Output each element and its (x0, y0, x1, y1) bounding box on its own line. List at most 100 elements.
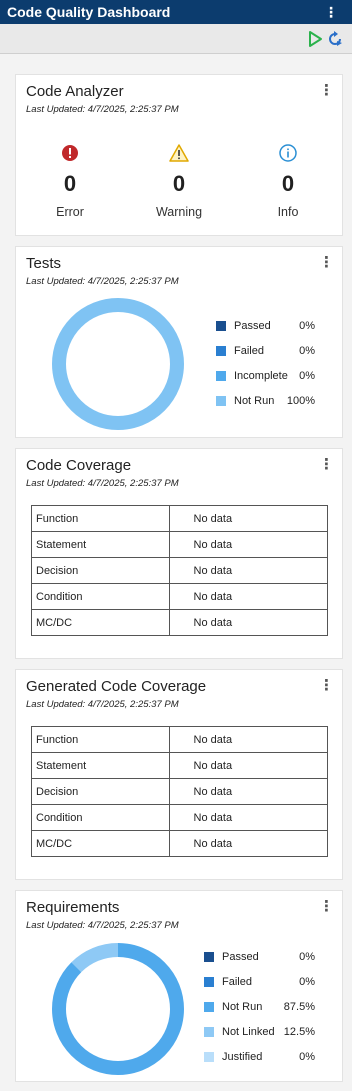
metric-value: No data (168, 726, 329, 753)
requirements-segment-0[interactable] (52, 943, 184, 1075)
legend-item[interactable]: Failed 0% (204, 975, 315, 989)
metric-name: Function (31, 505, 170, 532)
table-row: MC/DC No data (31, 830, 329, 857)
title-bar: Code Quality Dashboard ⋮ (0, 0, 352, 24)
legend-swatch (204, 1002, 214, 1012)
table-row: Condition No data (31, 804, 329, 831)
table-row: Function No data (31, 505, 329, 532)
code-analyzer-card: Code Analyzer Last Updated: 4/7/2025, 2:… (15, 74, 343, 236)
kebab-icon[interactable]: ⋮ (324, 0, 338, 24)
legend-label: Justified (222, 1051, 263, 1063)
card-menu-icon[interactable]: ⋮ (319, 897, 334, 915)
legend-item[interactable]: Justified 0% (204, 1050, 315, 1064)
legend-value: 100% (286, 395, 315, 407)
legend-item[interactable]: Not Run 100% (216, 394, 315, 408)
coverage-table: Function No data Statement No data Decisio… (31, 505, 329, 636)
requirements-donut-chart (52, 943, 184, 1075)
card-title: Generated Code Coverage (26, 678, 207, 695)
last-updated: Last Updated: 4/7/2025, 2:25:37 PM (26, 276, 179, 287)
warning-label: Warning (155, 205, 203, 219)
error-count: 0 (63, 171, 77, 196)
toolbar (0, 24, 352, 54)
legend-label: Passed (234, 320, 271, 332)
legend-label: Failed (222, 976, 252, 988)
card-menu-icon[interactable]: ⋮ (319, 253, 334, 271)
info-count: 0 (281, 171, 295, 196)
legend-value: 0% (299, 951, 315, 963)
info-icon (279, 144, 297, 162)
legend-item[interactable]: Passed 0% (216, 319, 315, 333)
legend-item[interactable]: Failed 0% (216, 344, 315, 358)
last-updated: Last Updated: 4/7/2025, 2:25:37 PM (26, 699, 179, 710)
card-menu-icon[interactable]: ⋮ (319, 455, 334, 473)
card-title: Requirements (26, 899, 120, 916)
legend-swatch (216, 321, 226, 331)
card-title: Code Analyzer (26, 83, 124, 100)
metric-value: No data (168, 804, 329, 831)
legend-label: Not Run (234, 395, 275, 407)
card-menu-icon[interactable]: ⋮ (319, 676, 334, 694)
warning-summary[interactable]: 0 Warning (134, 143, 224, 219)
table-row: Decision No data (31, 557, 329, 584)
card-menu-icon[interactable]: ⋮ (319, 81, 334, 99)
run-icon[interactable] (306, 30, 324, 48)
legend-value: 0% (299, 370, 315, 382)
metric-value: No data (168, 583, 329, 610)
error-icon (62, 145, 78, 161)
coverage-table: Function No data Statement No data Decisio… (31, 726, 329, 857)
info-label: Info (277, 205, 299, 219)
table-row: Function No data (31, 726, 329, 753)
error-summary[interactable]: 0 Error (25, 143, 115, 219)
metric-name: Condition (31, 804, 170, 831)
metric-name: Decision (31, 778, 170, 805)
metric-value: No data (168, 557, 329, 584)
legend-item[interactable]: Not Linked 12.5% (204, 1025, 315, 1039)
tests-card: Tests Last Updated: 4/7/2025, 2:25:37 PM… (15, 246, 343, 438)
legend-item[interactable]: Not Run 87.5% (204, 1000, 315, 1014)
generated-code-coverage-card: Generated Code Coverage Last Updated: 4/… (15, 669, 343, 880)
legend-value: 87.5% (283, 1001, 315, 1013)
legend-value: 0% (299, 1051, 315, 1063)
warning-icon (169, 144, 189, 162)
table-row: MC/DC No data (31, 609, 329, 636)
legend-swatch (216, 396, 226, 406)
refresh-icon[interactable] (326, 30, 344, 48)
legend-swatch (216, 346, 226, 356)
metric-name: Condition (31, 583, 170, 610)
legend-label: Incomplete (234, 370, 288, 382)
metric-name: Function (31, 726, 170, 753)
card-title: Tests (26, 255, 62, 272)
table-row: Statement No data (31, 531, 329, 558)
legend-value: 0% (299, 976, 315, 988)
metric-value: No data (168, 830, 329, 857)
metric-name: Statement (31, 752, 170, 779)
metric-value: No data (168, 778, 329, 805)
legend-swatch (204, 977, 214, 987)
metric-value: No data (168, 752, 329, 779)
legend-value: 0% (299, 345, 315, 357)
metric-value: No data (168, 531, 329, 558)
legend-label: Passed (222, 951, 259, 963)
card-title: Code Coverage (26, 457, 132, 474)
app-title: Code Quality Dashboard (7, 4, 171, 20)
metric-name: Statement (31, 531, 170, 558)
requirements-card: Requirements Last Updated: 4/7/2025, 2:2… (15, 890, 343, 1082)
metric-value: No data (168, 505, 329, 532)
legend-label: Not Linked (222, 1026, 275, 1038)
tests-segment-0[interactable] (52, 298, 184, 430)
legend-item[interactable]: Passed 0% (204, 950, 315, 964)
tests-donut-chart (52, 298, 184, 430)
table-row: Decision No data (31, 778, 329, 805)
metric-name: Decision (31, 557, 170, 584)
legend-swatch (204, 952, 214, 962)
legend-label: Failed (234, 345, 264, 357)
legend-value: 12.5% (283, 1026, 315, 1038)
last-updated: Last Updated: 4/7/2025, 2:25:37 PM (26, 920, 179, 931)
legend-swatch (204, 1027, 214, 1037)
legend-value: 0% (299, 320, 315, 332)
legend-item[interactable]: Incomplete 0% (216, 369, 315, 383)
info-summary[interactable]: 0 Info (243, 143, 333, 219)
last-updated: Last Updated: 4/7/2025, 2:25:37 PM (26, 478, 179, 489)
error-label: Error (56, 205, 84, 219)
legend-label: Not Run (222, 1001, 263, 1013)
